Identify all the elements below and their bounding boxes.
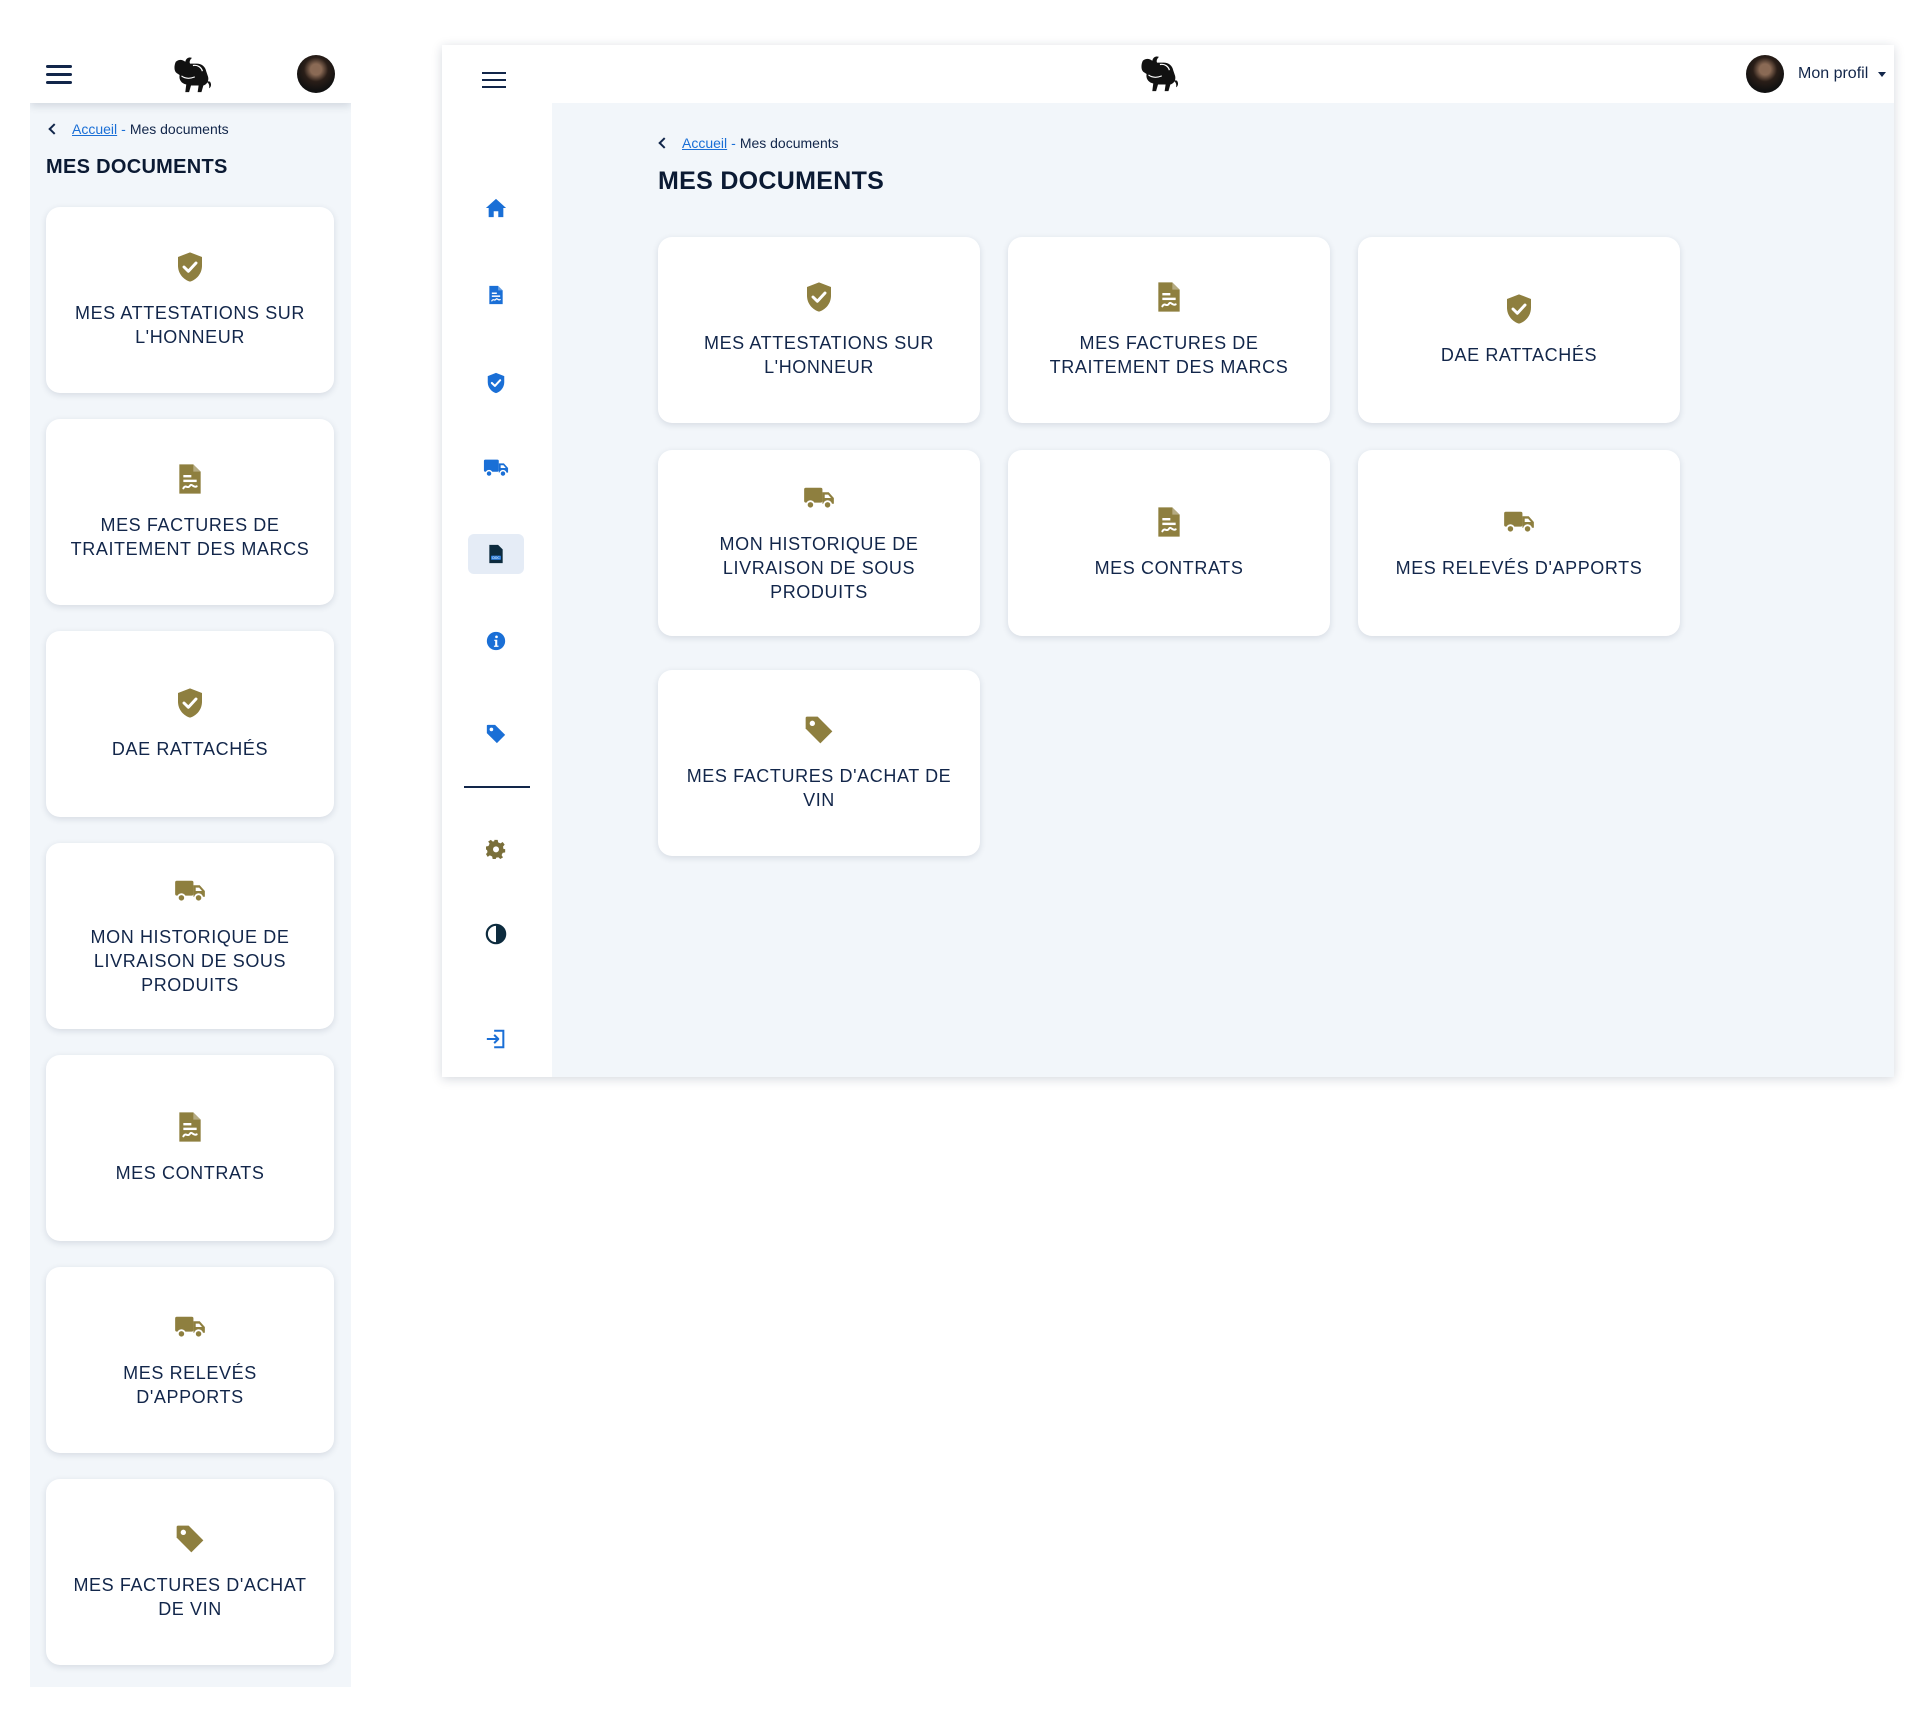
- shield-icon: [485, 371, 507, 395]
- card-label: MES CONTRATS: [115, 1163, 265, 1183]
- shield-check-icon: [174, 687, 206, 719]
- card-label: MES FACTURES DE TRAITEMENT DES MARCS: [1049, 333, 1289, 377]
- sidebar-item-info[interactable]: [468, 621, 524, 661]
- breadcrumb-separator: -: [121, 121, 126, 137]
- profile-menu[interactable]: Mon profil: [1746, 54, 1887, 94]
- sidebar-item-documents[interactable]: [468, 275, 524, 315]
- sidebar-item-mes-documents[interactable]: [468, 534, 524, 574]
- sidebar-item-attestations[interactable]: [468, 363, 524, 403]
- card-label: MON HISTORIQUE DE LIVRAISON DE SOUS PROD…: [90, 927, 290, 995]
- page-title: MES DOCUMENTS: [46, 156, 228, 178]
- card-label: MES ATTESTATIONS SUR L'HONNEUR: [74, 303, 306, 347]
- card-releves[interactable]: MES RELEVÉS D'APPORTS: [1358, 450, 1680, 636]
- doc-file-icon: [486, 542, 506, 566]
- document-signed-icon: [174, 463, 206, 495]
- logo-icon[interactable]: [170, 56, 212, 94]
- desktop-view: Mon profil Accueil - Mes documents MES D…: [442, 45, 1894, 1077]
- document-icon: [486, 284, 506, 306]
- card-historique[interactable]: MON HISTORIQUE DE LIVRAISON DE SOUS PROD…: [658, 450, 980, 636]
- card-factures-marcs[interactable]: MES FACTURES DE TRAITEMENT DES MARCS: [1008, 237, 1330, 423]
- info-icon: [486, 631, 506, 651]
- profile-label: Mon profil: [1798, 65, 1869, 82]
- sidebar: [442, 45, 552, 1077]
- sidebar-item-contrast[interactable]: [468, 914, 524, 954]
- sidebar-divider: [464, 786, 530, 788]
- card-label: MES FACTURES D'ACHAT DE VIN: [73, 1575, 307, 1619]
- card-label: MES RELEVÉS D'APPORTS: [1395, 558, 1643, 578]
- sidebar-item-home[interactable]: [468, 188, 524, 228]
- tag-icon: [174, 1523, 206, 1555]
- sidebar-item-settings[interactable]: [468, 829, 524, 869]
- logout-icon: [485, 1028, 507, 1050]
- chevron-left-icon[interactable]: [48, 123, 60, 135]
- contrast-icon: [485, 923, 507, 945]
- mobile-header: [30, 47, 351, 103]
- shield-check-icon: [1503, 293, 1535, 325]
- hamburger-menu-icon[interactable]: [482, 72, 506, 88]
- truck-icon: [483, 457, 509, 479]
- breadcrumb-home-link[interactable]: Accueil: [682, 135, 727, 151]
- document-signed-icon: [1153, 281, 1185, 313]
- card-label: MES FACTURES D'ACHAT DE VIN: [686, 766, 952, 810]
- truck-icon: [803, 482, 835, 514]
- breadcrumb-home-link[interactable]: Accueil: [72, 121, 117, 137]
- sidebar-item-logout[interactable]: [468, 1019, 524, 1059]
- card-factures-vin[interactable]: MES FACTURES D'ACHAT DE VIN: [658, 670, 980, 856]
- home-icon: [485, 197, 507, 219]
- tag-icon: [485, 723, 507, 745]
- card-label: MON HISTORIQUE DE LIVRAISON DE SOUS PROD…: [719, 534, 919, 602]
- sidebar-item-livraisons[interactable]: [468, 448, 524, 488]
- truck-icon: [174, 875, 206, 907]
- card-dae[interactable]: DAE RATTACHÉS: [1358, 237, 1680, 423]
- truck-icon: [174, 1311, 206, 1343]
- card-label: DAE RATTACHÉS: [1440, 345, 1598, 365]
- caret-down-icon: [1878, 71, 1887, 77]
- card-label: MES ATTESTATIONS SUR L'HONNEUR: [703, 333, 935, 377]
- card-attestations[interactable]: MES ATTESTATIONS SUR L'HONNEUR: [658, 237, 980, 423]
- breadcrumb: Accueil - Mes documents: [46, 119, 229, 139]
- tag-icon: [803, 714, 835, 746]
- sidebar-item-achats[interactable]: [468, 714, 524, 754]
- card-releves[interactable]: MES RELEVÉS D'APPORTS: [46, 1267, 334, 1453]
- gear-icon: [486, 839, 506, 859]
- page-title: MES DOCUMENTS: [658, 167, 885, 195]
- breadcrumb: Accueil - Mes documents: [656, 133, 839, 153]
- document-signed-icon: [174, 1111, 206, 1143]
- avatar[interactable]: [297, 55, 335, 93]
- card-attestations[interactable]: MES ATTESTATIONS SUR L'HONNEUR: [46, 207, 334, 393]
- shield-check-icon: [174, 251, 206, 283]
- breadcrumb-separator: -: [731, 135, 736, 151]
- shield-check-icon: [803, 281, 835, 313]
- hamburger-menu-icon[interactable]: [46, 63, 72, 85]
- chevron-left-icon[interactable]: [658, 137, 670, 149]
- card-label: MES FACTURES DE TRAITEMENT DES MARCS: [70, 515, 310, 559]
- document-signed-icon: [1153, 506, 1185, 538]
- mobile-view: Accueil - Mes documents MES DOCUMENTS ME…: [30, 47, 351, 1687]
- card-factures-marcs[interactable]: MES FACTURES DE TRAITEMENT DES MARCS: [46, 419, 334, 605]
- card-contrats[interactable]: MES CONTRATS: [46, 1055, 334, 1241]
- breadcrumb-current: Mes documents: [129, 121, 229, 137]
- card-factures-vin[interactable]: MES FACTURES D'ACHAT DE VIN: [46, 1479, 334, 1665]
- card-contrats[interactable]: MES CONTRATS: [1008, 450, 1330, 636]
- logo-icon[interactable]: [1137, 55, 1179, 93]
- card-label: MES CONTRATS: [1094, 558, 1244, 578]
- card-label: DAE RATTACHÉS: [111, 739, 269, 759]
- top-bar: Mon profil: [552, 45, 1894, 103]
- card-dae[interactable]: DAE RATTACHÉS: [46, 631, 334, 817]
- breadcrumb-current: Mes documents: [739, 135, 839, 151]
- avatar: [1746, 55, 1784, 93]
- card-label: MES RELEVÉS D'APPORTS: [123, 1363, 257, 1407]
- card-historique[interactable]: MON HISTORIQUE DE LIVRAISON DE SOUS PROD…: [46, 843, 334, 1029]
- truck-icon: [1503, 506, 1535, 538]
